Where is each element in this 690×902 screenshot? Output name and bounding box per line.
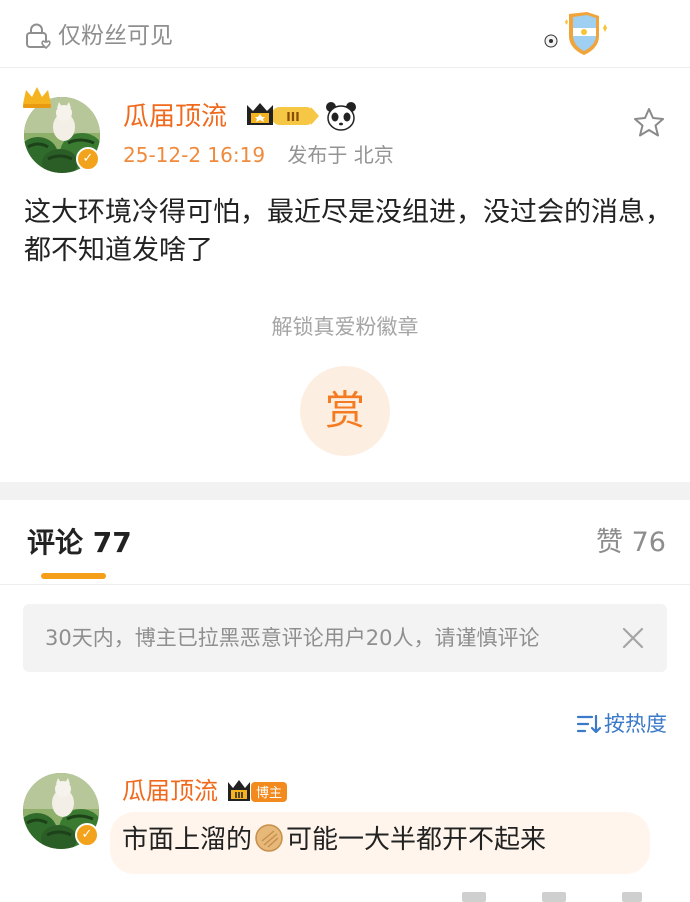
post-timestamp: 25-12-2 16:19	[123, 143, 266, 167]
comment-author-name[interactable]: 瓜届顶流	[122, 775, 218, 807]
svg-text:III: III	[235, 791, 244, 800]
post-author-name[interactable]: 瓜届顶流	[123, 100, 227, 134]
block-notice-text: 30天内，博主已拉黑恶意评论用户20人，请谨慎评论	[45, 626, 540, 650]
comment-text-after: 可能一大半都开不起来	[286, 825, 547, 855]
active-tab-indicator	[41, 573, 106, 579]
close-icon[interactable]	[621, 626, 645, 650]
comment-text-before: 市面上溜的	[122, 825, 253, 855]
blogger-badge: III 博主	[228, 780, 287, 802]
tabs-divider	[0, 584, 690, 585]
crown-icon	[23, 87, 51, 108]
verified-badge-icon: ✓	[76, 147, 100, 171]
sort-by-heat-button[interactable]: 按热度	[576, 709, 667, 739]
sort-icon	[576, 714, 602, 734]
tab-comments[interactable]: 评论 77	[27, 524, 132, 562]
comment-actions[interactable]	[462, 890, 642, 902]
panda-icon	[326, 102, 356, 131]
unlock-fan-badge-label: 解锁真爱粉徽章	[271, 315, 419, 339]
post-body: 这大环境冷得可怕，最近尽是没组进，没过会的消息，都不知道发啥了	[24, 197, 672, 266]
visibility-bar: 仅粉丝可见	[0, 0, 690, 68]
verified-badge-icon: ✓	[75, 823, 99, 847]
visibility-label: 仅粉丝可见	[58, 23, 173, 49]
fan-badge-icon[interactable]	[543, 8, 617, 58]
favorite-star-icon[interactable]	[632, 106, 666, 138]
comment-body: 市面上溜的 可能一大半都开不起来	[122, 820, 546, 860]
rank-level-text: III	[286, 110, 299, 124]
post-location: 发布于 北京	[287, 143, 394, 167]
blogger-badge-label: 博主	[256, 786, 282, 801]
biscuit-emoji-icon	[255, 824, 283, 852]
reward-button[interactable]: 赏	[300, 366, 390, 456]
block-notice: 30天内，博主已拉黑恶意评论用户20人，请谨慎评论	[23, 604, 667, 672]
fans-lock-icon	[26, 23, 51, 49]
post-meta: 25-12-2 16:19 发布于 北京	[123, 141, 394, 169]
sort-label: 按热度	[604, 712, 667, 736]
rank-badge-icon[interactable]: III	[245, 101, 321, 131]
tab-likes[interactable]: 赞 76	[596, 524, 666, 562]
section-divider	[0, 482, 690, 500]
